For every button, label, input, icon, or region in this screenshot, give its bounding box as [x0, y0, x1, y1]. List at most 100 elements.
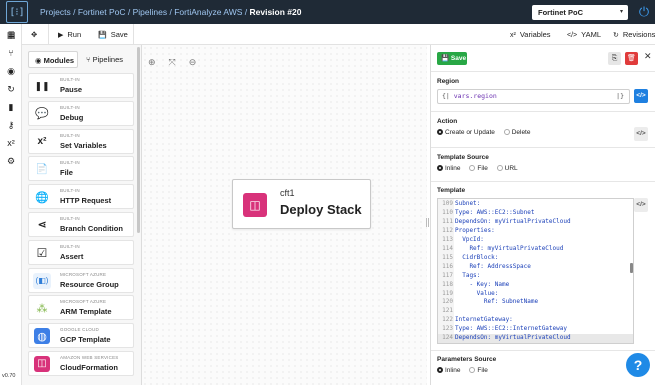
duplicate-button[interactable]: ⎘ — [608, 52, 621, 65]
menu-icon[interactable]: ☰ — [8, 27, 15, 42]
breadcrumb-projects[interactable]: Projects — [40, 7, 71, 17]
history-icon: ↻ — [613, 32, 619, 39]
module-item[interactable]: ⋖ BUILT-IN Branch Condition — [28, 211, 134, 237]
history-icon[interactable]: ↻ — [0, 80, 22, 98]
code-text: VpcId: — [455, 235, 484, 243]
code-line: 124 DependsOn: myVirtualPrivateCloud — [438, 334, 633, 343]
expression-open: {| — [442, 92, 450, 100]
org-selector[interactable]: Fortinet PoC ▾ — [532, 5, 628, 20]
module-item[interactable]: 💬 BUILT-IN Debug — [28, 100, 134, 126]
module-name: Assert — [60, 251, 84, 261]
chevron-down-icon: ▾ — [619, 9, 623, 15]
module-item[interactable]: 📄 BUILT-IN File — [28, 156, 134, 182]
breadcrumb-pipelines[interactable]: Pipelines — [133, 7, 168, 17]
pipeline-node[interactable]: ◫ cft1 Deploy Stack — [232, 179, 371, 229]
delete-button[interactable]: 🗑 — [625, 52, 638, 65]
modules-scrollbar[interactable] — [137, 47, 140, 233]
toolbar: ☰ ✥ ▶ Run 💾 Save x² Variables </> YAML ↻ Revi… — [8, 24, 655, 45]
module-category: BUILT-IN — [60, 215, 80, 221]
template-label: Template — [437, 187, 466, 194]
key-icon[interactable]: ⚷ — [0, 116, 22, 134]
breadcrumb-current: Revision #20 — [249, 7, 302, 17]
module-item[interactable]: ⁂ MICROSOFT AZURE ARM Template — [28, 295, 134, 321]
breadcrumb-pipeline[interactable]: FortiAnalyze AWS — [174, 7, 242, 17]
variables-button[interactable]: x² Variables — [510, 27, 551, 42]
breadcrumb-project[interactable]: Fortinet PoC — [78, 7, 126, 17]
panel-resize-handle[interactable] — [426, 218, 429, 227]
code-text: Value: — [455, 289, 499, 297]
pipelines-icon[interactable]: ⑂ — [0, 44, 22, 62]
line-number: 123 — [442, 325, 453, 333]
template-code-editor[interactable]: 109 Subnet: 110 Type: AWS::EC2::Subnet 111 De… — [437, 198, 634, 344]
radio-file[interactable]: File — [469, 165, 488, 172]
radio-create-or-update[interactable]: Create or Update — [437, 129, 495, 136]
tab-pipelines[interactable]: ⑂ Pipelines — [80, 51, 129, 68]
module-item[interactable]: ◍ GOOGLE CLOUD GCP Template — [28, 323, 134, 349]
close-icon[interactable]: ✕ — [644, 51, 652, 62]
variables-icon: x² — [37, 136, 47, 148]
code-text: DependsOn: myVirtualPrivateCloud — [455, 334, 571, 342]
wand-icon[interactable]: ✥ — [31, 27, 37, 42]
region-input[interactable]: {| vars.region |} — [437, 89, 630, 104]
line-number: 118 — [442, 280, 453, 288]
module-item[interactable]: ❚❚ BUILT-IN Pause — [28, 73, 134, 98]
zoom-out-icon[interactable]: ⊖ — [189, 57, 197, 67]
tab-modules[interactable]: ◉ Modules — [28, 51, 78, 68]
left-rail: ▦ ⑂ ◉ ↻ ▮ ⚷ x² ⚙ v0.70 — [0, 24, 22, 385]
radio-label: File — [477, 165, 488, 172]
code-line: 113 VpcId: — [438, 235, 633, 245]
code-line: 114 Ref: myVirtualPrivateCloud — [438, 245, 633, 254]
module-name: GCP Template — [60, 335, 111, 345]
fit-screen-icon[interactable]: ⤧ — [169, 57, 176, 67]
globe-icon: 🌐 — [35, 191, 49, 204]
module-category: BUILT-IN — [60, 243, 80, 249]
cloudformation-icon: ◫ — [243, 193, 267, 217]
yaml-button[interactable]: </> YAML — [567, 27, 601, 42]
code-line: 116 Ref: AddressSpace — [438, 262, 633, 272]
line-number: 120 — [442, 298, 453, 306]
action-code-button[interactable]: </> — [634, 127, 648, 141]
module-item[interactable]: (◧) MICROSOFT AZURE Resource Group — [28, 267, 134, 293]
question-icon: ? — [633, 357, 643, 373]
code-text: Ref: AddressSpace — [455, 262, 531, 270]
run-button[interactable]: ▶ Run — [58, 27, 81, 42]
org-selector-label: Fortinet PoC — [538, 8, 583, 17]
app-logo-icon[interactable]: [⁝] — [6, 1, 28, 23]
dashboard-icon[interactable]: ◉ — [0, 62, 22, 80]
radio-file[interactable]: File — [469, 367, 488, 374]
module-item[interactable]: ◫ AMAZON WEB SERVICES CloudFormation — [28, 350, 134, 376]
module-name: Branch Condition — [60, 223, 123, 233]
save-button[interactable]: 💾 Save — [98, 27, 128, 42]
expression-close: |} — [616, 92, 624, 100]
zoom-in-icon[interactable]: ⊕ — [148, 57, 156, 67]
revisions-button[interactable]: ↻ Revisions — [613, 27, 655, 42]
power-icon[interactable]: ⏻ — [636, 4, 652, 20]
line-number: 111 — [442, 217, 453, 225]
radio-url[interactable]: URL — [496, 165, 518, 172]
module-category: BUILT-IN — [60, 188, 80, 194]
editor-scrollbar[interactable] — [630, 263, 633, 273]
template-code-button[interactable]: </> — [634, 198, 648, 212]
action-label: Action — [437, 118, 458, 125]
code-line: 109 Subnet: — [438, 200, 633, 209]
module-item[interactable]: ☑ BUILT-IN Assert — [28, 239, 134, 265]
bolt-icon[interactable]: ▮ — [0, 98, 22, 116]
radio-label: Delete — [511, 129, 531, 136]
code-line: 122 InternetGateway: — [438, 316, 633, 325]
pipelines-icon: ⑂ — [86, 55, 91, 64]
module-name: Set Variables — [60, 140, 107, 150]
module-item[interactable]: 🌐 BUILT-IN HTTP Request — [28, 184, 134, 210]
node-save-button[interactable]: 💾 Save — [437, 52, 467, 65]
region-code-button[interactable]: </> — [634, 89, 648, 103]
tab-pipelines-label: Pipelines — [92, 55, 124, 64]
gear-icon[interactable]: ⚙ — [0, 152, 22, 170]
radio-inline[interactable]: Inline — [437, 367, 461, 374]
play-icon: ▶ — [58, 32, 64, 39]
radio-delete[interactable]: Delete — [503, 129, 531, 136]
top-bar: [⁝] Projects / Fortinet PoC / Pipelines … — [0, 0, 655, 24]
module-item[interactable]: x² BUILT-IN Set Variables — [28, 128, 134, 154]
line-number: 115 — [442, 253, 453, 261]
variables-icon[interactable]: x² — [0, 134, 22, 152]
radio-inline[interactable]: Inline — [437, 165, 461, 172]
help-button[interactable]: ? — [626, 353, 650, 377]
